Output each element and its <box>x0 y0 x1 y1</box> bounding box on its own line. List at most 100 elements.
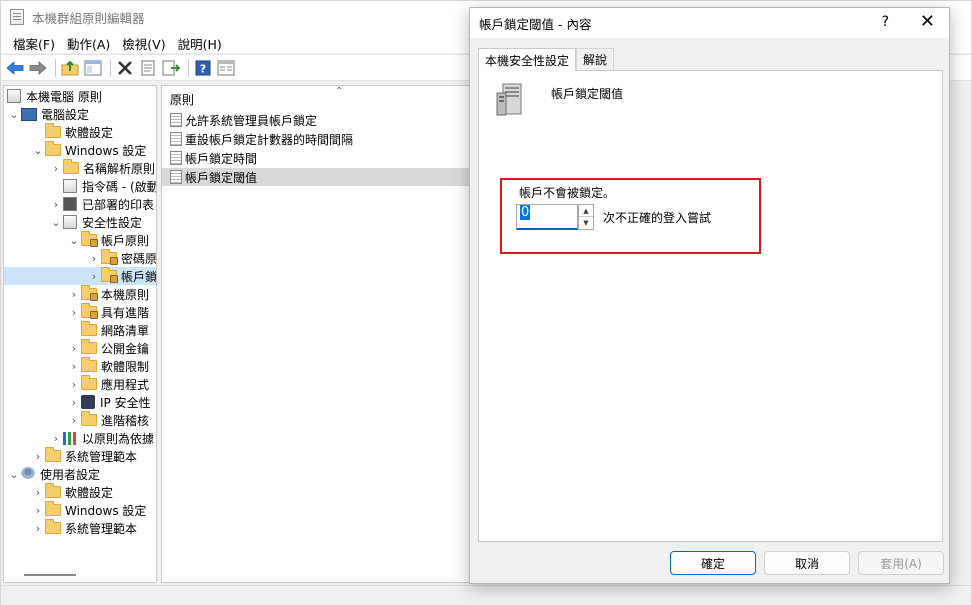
tree-item-label: Windows 設定 <box>65 143 147 158</box>
chevron-right-icon[interactable]: › <box>67 288 81 301</box>
tree-item-software-settings[interactable]: 軟體設定 <box>4 123 156 141</box>
menu-help[interactable]: 說明(H) <box>172 34 228 53</box>
tree-item-computer-config[interactable]: ⌄ 電腦設定 <box>4 105 156 123</box>
folder-lock-icon <box>101 267 118 283</box>
tree-item-user-config[interactable]: ⌄ 使用者設定 <box>4 465 156 483</box>
tab-explain[interactable]: 解說 <box>576 48 615 70</box>
console-tree[interactable]: 本機電腦 原則 ⌄ 電腦設定 軟體設定 ⌄ Windows 設定 › 名稱解析原… <box>3 85 157 583</box>
tree-item-ip-security[interactable]: › IP 安全性 <box>4 393 156 411</box>
cancel-button[interactable]: 取消 <box>764 551 850 575</box>
back-icon[interactable] <box>5 58 25 78</box>
chevron-right-icon[interactable]: › <box>31 522 45 535</box>
tree-item-advanced-firewall[interactable]: › 具有進階 <box>4 303 156 321</box>
export-icon[interactable] <box>161 58 181 78</box>
tree-item-account-lockout-policy[interactable]: › 帳戶鎖 <box>4 267 156 285</box>
chevron-down-icon[interactable]: ⌄ <box>7 108 21 121</box>
chevron-right-icon[interactable]: › <box>31 504 45 517</box>
tree-item-public-key[interactable]: › 公開金鑰 <box>4 339 156 357</box>
help-icon[interactable]: ? <box>882 14 889 30</box>
tree-item-account-policies[interactable]: ⌄ 帳戶原則 <box>4 231 156 249</box>
tree-item-password-policy[interactable]: › 密碼原 <box>4 249 156 267</box>
column-header-policy[interactable]: 原則 <box>162 86 480 110</box>
column-header-label: 原則 <box>170 93 195 107</box>
tree-item-local-policies[interactable]: › 本機原則 <box>4 285 156 303</box>
security-icon <box>63 215 77 229</box>
chevron-right-icon[interactable]: › <box>49 162 63 175</box>
chevron-right-icon[interactable]: › <box>49 432 63 445</box>
properties-icon[interactable] <box>138 58 158 78</box>
folder-icon <box>81 357 97 372</box>
tree-item-local-computer-policy[interactable]: 本機電腦 原則 <box>4 87 156 105</box>
list-item-label: 帳戶鎖定閾值 <box>185 170 258 185</box>
list-item[interactable]: 重設帳戶鎖定計數器的時間間隔 <box>162 130 480 148</box>
chevron-right-icon[interactable]: › <box>67 342 81 355</box>
tree-item-user-software-settings[interactable]: › 軟體設定 <box>4 483 156 501</box>
tree-item-policy-based-qos[interactable]: › 以原則為依據 <box>4 429 156 447</box>
tree-item-security-settings[interactable]: ⌄ 安全性設定 <box>4 213 156 231</box>
menu-view[interactable]: 檢視(V) <box>116 34 171 53</box>
extended-view-icon[interactable] <box>216 58 236 78</box>
tree-item-scripts[interactable]: 指令碼 - (啟動 <box>4 177 157 195</box>
tree-item-deployed-printers[interactable]: › 已部署的印表 <box>4 195 156 213</box>
list-item-label: 帳戶鎖定時間 <box>185 151 258 166</box>
forward-icon[interactable] <box>28 58 48 78</box>
delete-icon[interactable] <box>115 58 135 78</box>
apply-button[interactable]: 套用(A) <box>858 551 944 575</box>
tree-item-name-resolution[interactable]: › 名稱解析原則 <box>4 159 156 177</box>
chevron-down-icon[interactable]: ⌄ <box>67 234 81 247</box>
tree-item-label: 帳戶原則 <box>101 233 150 248</box>
chevron-right-icon[interactable]: › <box>67 414 81 427</box>
horizontal-scrollbar[interactable] <box>24 574 76 576</box>
chevron-right-icon[interactable]: › <box>67 396 81 409</box>
tree-item-label: 系統管理範本 <box>65 449 138 464</box>
chevron-down-icon[interactable]: ⌄ <box>31 144 45 157</box>
dialog-title-bar: 帳戶鎖定閾值 - 內容 ? ✕ <box>470 8 949 38</box>
folder-icon <box>81 375 97 390</box>
list-item[interactable]: 帳戶鎖定時間 <box>162 149 480 167</box>
show-hide-tree-icon[interactable] <box>83 58 103 78</box>
properties-dialog: 帳戶鎖定閾值 - 內容 ? ✕ 本機安全性設定 解說 帳戶鎖定閾值 帳戶不會被鎖… <box>469 7 950 584</box>
tree-item-user-admin-templates[interactable]: › 系統管理範本 <box>4 519 156 537</box>
toolbar-separator <box>55 58 56 77</box>
chevron-down-icon[interactable]: ⌄ <box>7 468 21 481</box>
chevron-right-icon[interactable]: › <box>67 360 81 373</box>
tree-item-windows-settings[interactable]: ⌄ Windows 設定 <box>4 141 156 159</box>
chevron-right-icon[interactable]: › <box>87 252 101 265</box>
tree-item-label: Windows 設定 <box>65 503 147 518</box>
ip-security-icon <box>81 395 95 409</box>
menu-action[interactable]: 動作(A) <box>61 34 116 53</box>
chevron-right-icon[interactable]: › <box>87 270 101 283</box>
chevron-right-icon[interactable]: › <box>49 198 63 211</box>
menu-file[interactable]: 檔案(F) <box>7 34 61 53</box>
tree-item-label: 軟體限制 <box>101 359 150 374</box>
tree-item-network-list[interactable]: 網路清單 <box>4 321 156 339</box>
tree-item-label: 本機電腦 原則 <box>26 89 102 104</box>
chevron-right-icon[interactable]: › <box>31 450 45 463</box>
help-icon[interactable]: ? <box>193 58 213 78</box>
tree-item-admin-templates[interactable]: › 系統管理範本 <box>4 447 156 465</box>
spin-up-icon[interactable]: ▲ <box>579 205 593 217</box>
close-icon[interactable]: ✕ <box>920 11 935 32</box>
tree-item-advanced-audit[interactable]: › 進階稽核 <box>4 411 156 429</box>
chevron-right-icon[interactable]: › <box>67 378 81 391</box>
ok-button[interactable]: 確定 <box>670 551 756 575</box>
chevron-right-icon[interactable]: › <box>67 306 81 319</box>
folder-icon <box>81 321 97 336</box>
list-item[interactable]: 允許系統管理員帳戶鎖定 <box>162 111 480 129</box>
tree-item-user-windows-settings[interactable]: › Windows 設定 <box>4 501 156 519</box>
folder-lock-icon <box>81 303 98 319</box>
user-icon <box>21 467 35 481</box>
chart-icon <box>63 431 77 445</box>
spin-down-icon[interactable]: ▼ <box>579 217 593 229</box>
folder-lock-icon <box>101 249 118 265</box>
tab-local-security-setting[interactable]: 本機安全性設定 <box>478 48 577 71</box>
list-item[interactable]: 帳戶鎖定閾值 <box>162 168 480 186</box>
tree-item-label: 指令碼 - (啟動 <box>82 179 157 194</box>
lockout-threshold-input[interactable]: 0 <box>516 204 578 230</box>
policy-list[interactable]: ⌃ 原則 允許系統管理員帳戶鎖定 重設帳戶鎖定計數器的時間間隔 帳戶鎖定時間 帳… <box>161 85 481 583</box>
chevron-down-icon[interactable]: ⌄ <box>49 216 63 229</box>
up-folder-icon[interactable] <box>60 58 80 78</box>
chevron-right-icon[interactable]: › <box>31 486 45 499</box>
tree-item-application-control[interactable]: › 應用程式 <box>4 375 156 393</box>
tree-item-software-restriction[interactable]: › 軟體限制 <box>4 357 156 375</box>
